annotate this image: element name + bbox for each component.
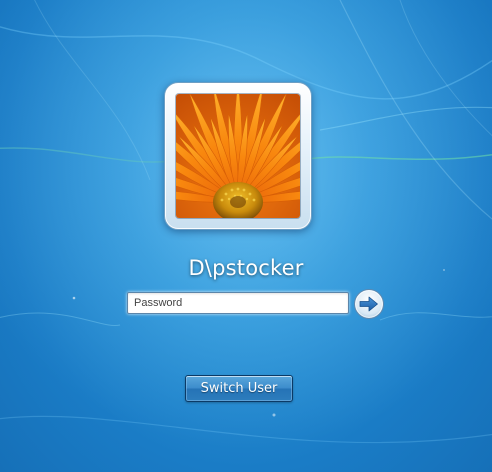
orange-flower-avatar-icon [176, 94, 300, 218]
password-input[interactable] [127, 292, 349, 314]
arrow-right-icon [354, 289, 384, 319]
submit-arrow-button[interactable] [353, 288, 385, 320]
username-label: D\pstocker [188, 256, 304, 280]
windows-logon-screen: D\pstocker Switch User [0, 0, 492, 472]
switch-user-button[interactable]: Switch User [185, 375, 293, 402]
user-avatar-frame [164, 82, 312, 230]
